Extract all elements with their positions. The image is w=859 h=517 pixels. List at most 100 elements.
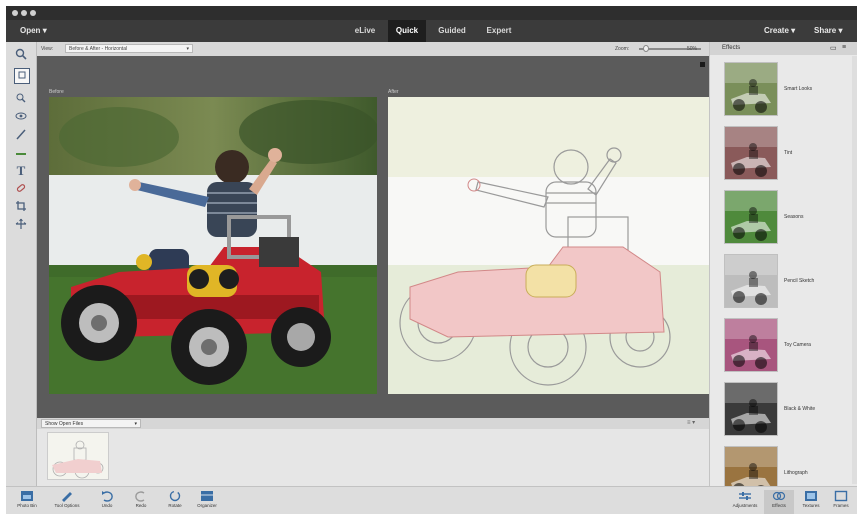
tool-options-icon bbox=[62, 492, 72, 502]
effects-panel-header: Effects ▭ ≡ bbox=[710, 42, 857, 55]
app-window: Open ▾ eLive Quick Guided Expert Create … bbox=[6, 6, 857, 514]
effect-thumbnail[interactable] bbox=[724, 318, 778, 372]
spot-healing-tool-icon[interactable] bbox=[14, 182, 28, 196]
organizer-label: Organizer bbox=[197, 503, 217, 508]
effect-thumbnail[interactable] bbox=[724, 382, 778, 436]
effects-label: Effects bbox=[772, 503, 786, 508]
undo-button[interactable]: Undo bbox=[92, 490, 122, 514]
straighten-tool-icon[interactable] bbox=[14, 148, 28, 162]
organizer-icon bbox=[201, 491, 213, 501]
adjustments-button[interactable]: Adjustments bbox=[728, 490, 762, 514]
chevron-down-icon: ▾ bbox=[838, 26, 843, 35]
whiten-teeth-tool-icon[interactable] bbox=[14, 128, 28, 142]
effect-label: Lithograph bbox=[784, 470, 808, 476]
after-image[interactable] bbox=[388, 97, 714, 394]
effect-thumbnail[interactable] bbox=[724, 190, 778, 244]
rotate-button[interactable]: Rotate bbox=[160, 490, 190, 514]
effect-thumbnail[interactable] bbox=[724, 62, 778, 116]
before-image[interactable] bbox=[49, 97, 377, 394]
textures-button[interactable]: Textures bbox=[796, 490, 826, 514]
after-label: After bbox=[388, 89, 399, 95]
photo-bin-button[interactable]: Photo Bin bbox=[12, 490, 42, 514]
image-canvas[interactable]: Before After bbox=[37, 56, 714, 418]
zoom-label: Zoom: bbox=[615, 46, 630, 52]
menu-bar: Open ▾ eLive Quick Guided Expert Create … bbox=[6, 20, 857, 42]
frames-icon bbox=[834, 490, 848, 502]
tab-expert[interactable]: Expert bbox=[478, 20, 520, 42]
title-bar bbox=[6, 6, 857, 20]
crop-tool-icon[interactable] bbox=[14, 200, 28, 214]
adjustments-label: Adjustments bbox=[732, 503, 758, 508]
create-label: Create bbox=[764, 26, 789, 35]
create-button[interactable]: Create ▾ bbox=[764, 26, 795, 35]
photo-bin bbox=[37, 429, 709, 486]
zoom-slider-handle[interactable] bbox=[643, 45, 649, 52]
effects-panel-title: Effects bbox=[722, 45, 741, 51]
effect-label: Black & White bbox=[784, 406, 816, 412]
close-window-button[interactable] bbox=[12, 10, 18, 16]
organizer-button[interactable]: Organizer bbox=[192, 490, 222, 514]
photo-bin-bar: Show Open Files ▾ ≡ ▾ bbox=[37, 418, 709, 429]
view-label: View: bbox=[41, 46, 54, 52]
effect-label: Seasons bbox=[784, 214, 804, 220]
rotate-label: Rotate bbox=[168, 503, 182, 508]
effects-icon bbox=[772, 491, 786, 501]
view-options-bar: View: Before & After - Horizontal ▾ Zoom… bbox=[37, 42, 709, 56]
effects-button[interactable]: Effects bbox=[764, 490, 794, 514]
zoom-window-button[interactable] bbox=[30, 10, 36, 16]
red-eye-tool-icon[interactable] bbox=[14, 110, 28, 124]
share-button[interactable]: Share ▾ bbox=[814, 26, 842, 35]
effects-scrollbar[interactable] bbox=[852, 56, 857, 484]
effect-label: Smart Looks bbox=[784, 86, 813, 92]
taskbar: Photo Bin Tool Options Undo Redo Rotate … bbox=[6, 486, 857, 514]
effect-thumbnail[interactable] bbox=[724, 254, 778, 308]
open-label: Open bbox=[20, 26, 41, 35]
tool-options-label: Tool Options bbox=[54, 503, 80, 508]
view-select[interactable]: Before & After - Horizontal ▾ bbox=[65, 44, 193, 53]
textures-label: Textures bbox=[802, 503, 820, 508]
effect-label: Tint bbox=[784, 150, 793, 156]
photo-bin-icon bbox=[21, 491, 33, 501]
zoom-value: 50% bbox=[687, 46, 698, 52]
type-tool-icon[interactable]: T bbox=[14, 164, 28, 178]
textures-icon bbox=[805, 491, 817, 501]
photo-thumbnail[interactable] bbox=[47, 432, 109, 480]
effect-label: Pencil Sketch bbox=[784, 278, 815, 284]
effects-panel: Effects ▭ ≡ Smart Looks Tint Seasons Pencil… bbox=[709, 42, 857, 500]
move-tool-icon[interactable] bbox=[14, 68, 30, 84]
effect-thumbnail[interactable] bbox=[724, 126, 778, 180]
redo-label: Redo bbox=[135, 503, 147, 508]
tab-elive[interactable]: eLive bbox=[345, 20, 385, 42]
close-view-icon[interactable] bbox=[700, 62, 705, 67]
photo-bin-select[interactable]: Show Open Files ▾ bbox=[41, 419, 141, 428]
chevron-down-icon: ▾ bbox=[791, 26, 796, 35]
tool-options-button[interactable]: Tool Options bbox=[52, 490, 82, 514]
panel-menu-icon[interactable]: ≡ bbox=[842, 44, 846, 51]
tab-guided[interactable]: Guided bbox=[430, 20, 474, 42]
frames-button[interactable]: Frames bbox=[826, 490, 856, 514]
panel-options-icon[interactable]: ▭ bbox=[830, 44, 837, 52]
share-label: Share bbox=[814, 26, 837, 35]
quick-selection-tool-icon[interactable] bbox=[14, 92, 28, 106]
redo-button[interactable]: Redo bbox=[126, 490, 156, 514]
photo-bin-label: Photo Bin bbox=[17, 503, 37, 508]
bin-menu-icon[interactable]: ≡ ▾ bbox=[687, 419, 695, 426]
adjustments-icon bbox=[739, 492, 751, 500]
frames-label: Frames bbox=[833, 503, 849, 508]
tool-panel: T bbox=[6, 42, 37, 486]
minimize-window-button[interactable] bbox=[21, 10, 27, 16]
before-label: Before bbox=[49, 89, 64, 95]
open-button[interactable]: Open ▾ bbox=[20, 26, 47, 35]
zoom-tool-icon[interactable] bbox=[14, 48, 28, 62]
chevron-down-icon: ▾ bbox=[42, 26, 47, 35]
effect-label: Toy Camera bbox=[784, 342, 811, 348]
photo-bin-select-value: Show Open Files bbox=[45, 421, 84, 427]
hand-move-tool-icon[interactable] bbox=[14, 218, 28, 232]
undo-label: Undo bbox=[101, 503, 113, 508]
rotate-icon bbox=[169, 490, 181, 502]
chevron-down-icon: ▾ bbox=[186, 46, 189, 52]
view-select-value: Before & After - Horizontal bbox=[69, 46, 128, 52]
undo-icon bbox=[102, 491, 113, 502]
tab-quick[interactable]: Quick bbox=[388, 20, 426, 42]
chevron-down-icon: ▾ bbox=[134, 421, 137, 427]
